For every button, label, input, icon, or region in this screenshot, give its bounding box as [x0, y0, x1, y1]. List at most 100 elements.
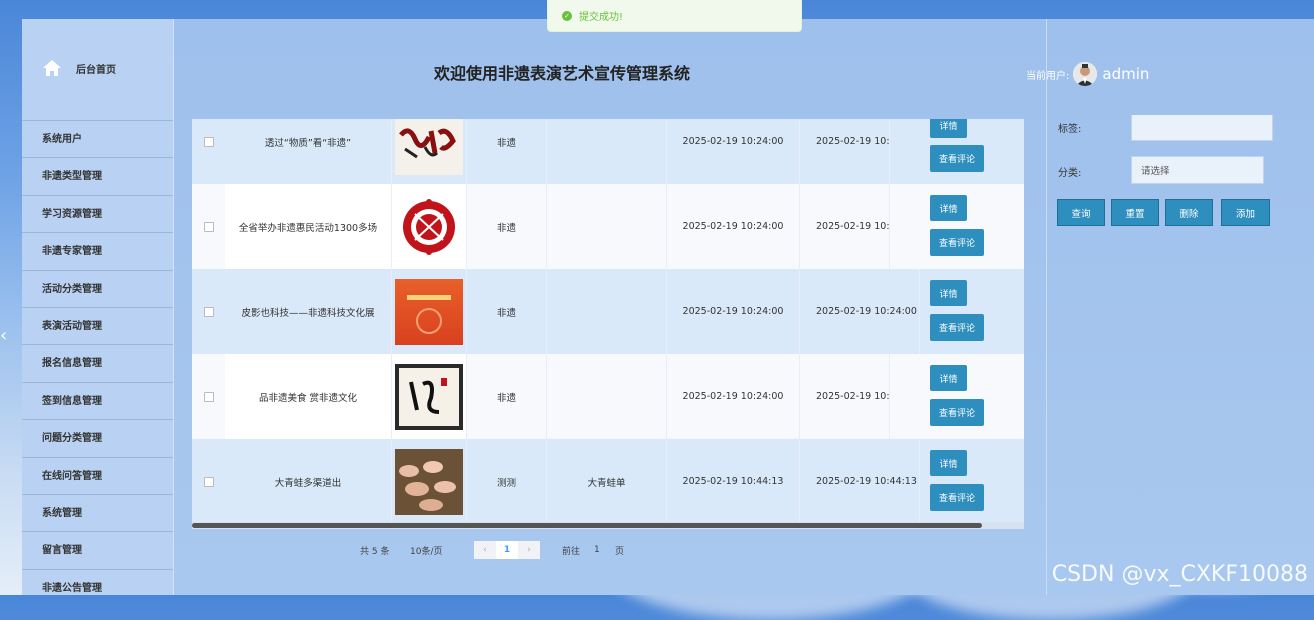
success-toast: ✓ 提交成功! — [547, 0, 802, 32]
detail-button[interactable]: 详情 — [930, 450, 967, 476]
table-row: 大青蛙多渠道出 测测 大青蛙单 2025-02-19 10:44:13 2025… — [192, 439, 1024, 524]
papercut-image — [395, 193, 463, 260]
sidebar-item-online-qa[interactable]: 在线问答管理 — [22, 456, 173, 494]
category-label: 分类: — [1058, 168, 1082, 179]
cell-time2: 2025-02-19 10: — [800, 184, 890, 269]
cell-type: 非遗 — [467, 354, 547, 439]
delete-button[interactable]: 删除 — [1165, 199, 1213, 226]
pagination-goto-input[interactable]: 1 — [594, 541, 600, 559]
sidebar-item-learning-resources[interactable]: 学习资源管理 — [22, 194, 173, 232]
sidebar-home-label: 后台首页 — [76, 64, 116, 76]
cell-title: 透过“物质”看“非遗” — [225, 119, 392, 184]
current-user: 当前用户: admin — [1026, 62, 1149, 86]
detail-button[interactable]: 详情 — [930, 365, 967, 391]
cell-title: 品非遗美食 赏非遗文化 — [225, 354, 392, 439]
reset-button[interactable]: 重置 — [1111, 199, 1159, 226]
view-comments-button[interactable]: 查看评论 — [930, 484, 984, 511]
home-icon — [43, 60, 61, 76]
cell-title: 大青蛙多渠道出 — [225, 439, 392, 524]
cell-time2: 2025-02-19 10:24:00 — [800, 269, 920, 354]
sidebar-item-system-users[interactable]: 系统用户 — [22, 120, 173, 157]
cell-time1: 2025-02-19 10:24:00 — [667, 354, 800, 439]
sidebar-item-announcements[interactable]: 非遗公告管理 — [22, 568, 173, 606]
cell-time2: 2025-02-19 10: — [800, 354, 890, 439]
view-comments-button[interactable]: 查看评论 — [930, 145, 984, 172]
sidebar-item-question-categories[interactable]: 问题分类管理 — [22, 419, 173, 456]
cell-time1: 2025-02-19 10:44:13 — [667, 439, 800, 524]
sidebar-item-system-management[interactable]: 系统管理 — [22, 493, 173, 531]
pagination-current-page[interactable]: 1 — [496, 541, 518, 559]
cell-time2: 2025-02-19 10:44:13 — [800, 439, 920, 524]
orange-poster-image — [395, 278, 463, 345]
category-select[interactable]: 请选择 — [1131, 156, 1264, 184]
sidebar-item-messages[interactable]: 留言管理 — [22, 531, 173, 568]
next-page-button[interactable]: › — [518, 541, 540, 559]
cell-extra — [547, 184, 667, 269]
pagination-page-size[interactable]: 10条/页 — [410, 541, 443, 559]
detail-button[interactable]: 详情 — [930, 280, 967, 306]
row-checkbox[interactable] — [203, 221, 214, 232]
cell-title: 皮影也科技——非遗科技文化展 — [225, 269, 392, 354]
cell-time2: 2025-02-19 10:24:00 — [800, 119, 890, 184]
view-comments-button[interactable]: 查看评论 — [930, 399, 984, 426]
add-button[interactable]: 添加 — [1221, 199, 1270, 226]
sidebar-item-experts[interactable]: 非遗专家管理 — [22, 232, 173, 269]
cell-title: 全省举办非遗惠民活动1300多场 — [225, 184, 392, 269]
user-label: 当前用户: — [1026, 70, 1070, 82]
table-row: 品非遗美食 赏非遗文化 非遗 2025-02-19 10:24:00 2025-… — [192, 354, 1024, 439]
cell-extra: 大青蛙单 — [547, 439, 667, 524]
page-title: 欢迎使用非遗表演艺术宣传管理系统 — [434, 64, 691, 83]
prev-page-button[interactable]: ‹ — [474, 541, 496, 559]
sidebar-item-heritage-types[interactable]: 非遗类型管理 — [22, 157, 173, 194]
table-row: 皮影也科技——非遗科技文化展 非遗 2025-02-19 10:24:00 20… — [192, 269, 1024, 354]
data-table: 透过“物质”看“非遗” 非遗 2025-02-19 10:24:00 2025-… — [192, 119, 1024, 529]
cell-type: 非遗 — [467, 269, 547, 354]
user-avatar-icon — [1073, 62, 1098, 86]
cell-extra — [547, 269, 667, 354]
pagination-total: 共 5 条 — [360, 546, 390, 557]
pigs-photo-image — [395, 448, 463, 515]
sidebar-item-checkins[interactable]: 签到信息管理 — [22, 381, 173, 419]
tag-label: 标签: — [1058, 124, 1082, 135]
tag-input[interactable] — [1131, 115, 1273, 141]
view-comments-button[interactable]: 查看评论 — [930, 229, 984, 256]
sidebar-menu: 系统用户 非遗类型管理 学习资源管理 非遗专家管理 活动分类管理 表演活动管理 … — [22, 120, 173, 606]
sidebar-home[interactable]: 后台首页 — [42, 59, 116, 77]
cell-time1: 2025-02-19 10:24:00 — [667, 119, 800, 184]
table-row: 透过“物质”看“非遗” 非遗 2025-02-19 10:24:00 2025-… — [192, 119, 1024, 184]
cell-extra — [547, 119, 667, 184]
pagination-controls: ‹ 1 › — [474, 541, 540, 559]
horizontal-scrollbar[interactable] — [192, 522, 1024, 529]
divider — [1046, 19, 1047, 595]
framed-calligraphy-image — [395, 363, 463, 430]
view-comments-button[interactable]: 查看评论 — [930, 314, 984, 341]
sidebar-item-registrations[interactable]: 报名信息管理 — [22, 344, 173, 381]
check-circle-icon: ✓ — [562, 10, 572, 21]
pagination-page-suffix: 页 — [615, 546, 625, 557]
scrollbar-thumb[interactable] — [192, 523, 982, 528]
row-checkbox[interactable] — [203, 476, 214, 487]
row-checkbox[interactable] — [203, 391, 214, 402]
cell-type: 非遗 — [467, 119, 547, 184]
cell-time1: 2025-02-19 10:24:00 — [667, 269, 800, 354]
pagination-goto-label: 前往 — [562, 546, 581, 557]
detail-button[interactable]: 详情 — [930, 195, 967, 221]
calligraphy-image — [395, 119, 463, 175]
cell-time1: 2025-02-19 10:24:00 — [667, 184, 800, 269]
cell-type: 非遗 — [467, 184, 547, 269]
detail-button[interactable]: 详情 — [930, 119, 967, 138]
row-checkbox[interactable] — [203, 306, 214, 317]
sidebar-item-activity-categories[interactable]: 活动分类管理 — [22, 269, 173, 307]
sidebar: 后台首页 系统用户 非遗类型管理 学习资源管理 非遗专家管理 活动分类管理 表演… — [22, 19, 174, 595]
avatar[interactable] — [1073, 62, 1098, 86]
toast-message: 提交成功! — [579, 12, 624, 23]
cell-type: 测测 — [467, 439, 547, 524]
user-name[interactable]: admin — [1102, 65, 1149, 83]
chevron-left-icon[interactable]: ‹ — [0, 325, 12, 346]
row-checkbox[interactable] — [203, 136, 214, 147]
cell-extra — [547, 354, 667, 439]
table-row: 全省举办非遗惠民活动1300多场 非遗 2025-02-19 10:24:00 … — [192, 184, 1024, 269]
query-button[interactable]: 查询 — [1057, 199, 1105, 226]
watermark: CSDN @vx_CXKF10088 — [1051, 562, 1308, 587]
sidebar-item-performances[interactable]: 表演活动管理 — [22, 306, 173, 344]
